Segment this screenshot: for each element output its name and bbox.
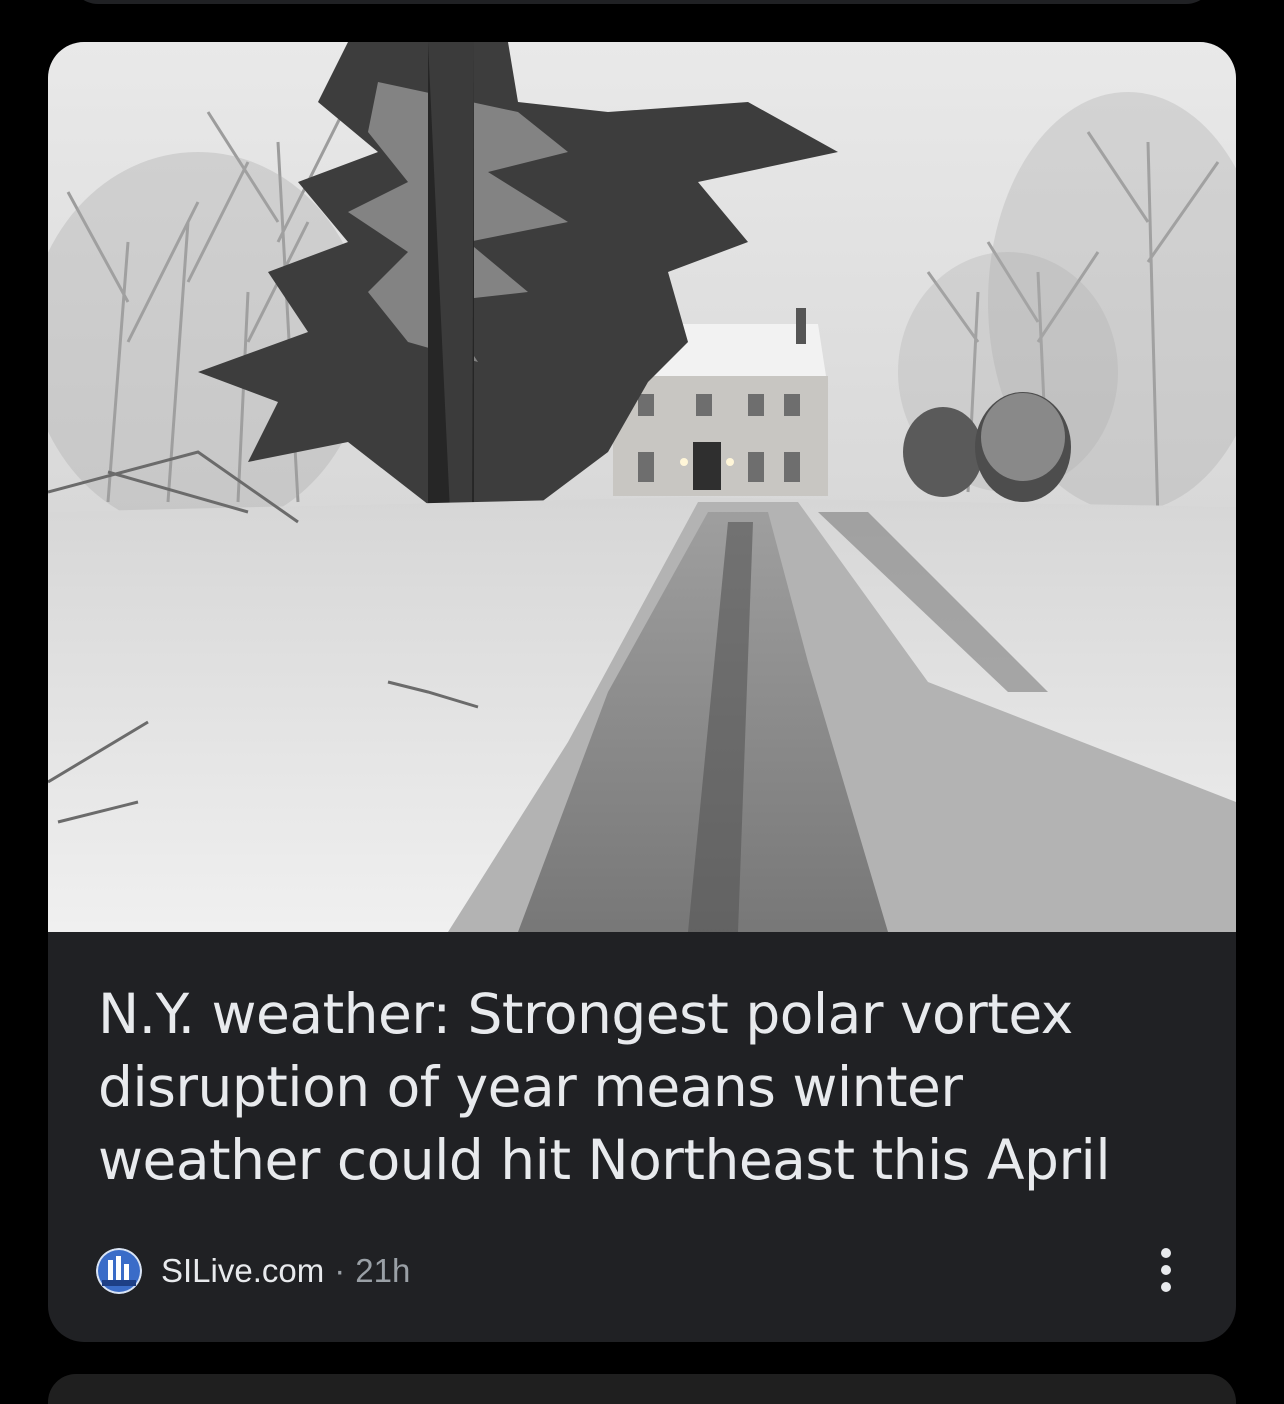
article-headline[interactable]: N.Y. weather: Strongest polar vortex dis… <box>98 978 1188 1197</box>
article-meta: SILive.com · 21h <box>96 1246 410 1296</box>
meta-separator: · <box>334 1252 346 1289</box>
news-card[interactable]: N.Y. weather: Strongest polar vortex dis… <box>48 42 1236 1342</box>
silive-logo-icon <box>96 1248 142 1294</box>
article-age: 21h <box>355 1252 411 1289</box>
previous-card-edge <box>70 0 1214 4</box>
more-options-button[interactable] <box>1144 1240 1188 1300</box>
article-image[interactable] <box>48 42 1236 932</box>
source-name[interactable]: SILive.com <box>161 1252 324 1290</box>
more-vert-icon <box>1161 1248 1171 1258</box>
